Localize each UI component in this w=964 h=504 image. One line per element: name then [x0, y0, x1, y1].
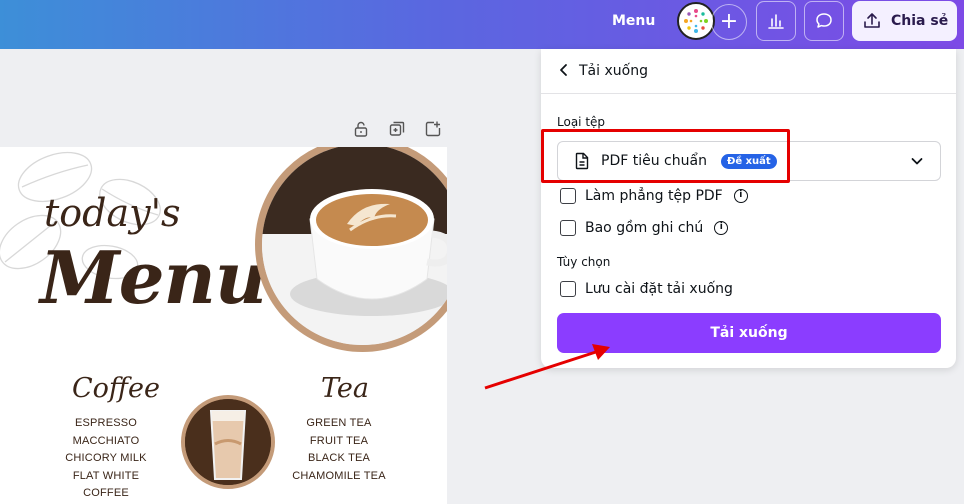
- panel-title: Tải xuống: [579, 63, 648, 79]
- design-canvas[interactable]: today's Menu Coffee ESPRESSO MACCHIATO C…: [0, 147, 447, 504]
- page-toolbar: [350, 118, 444, 140]
- flatten-pdf-option[interactable]: Làm phẳng tệp PDF i: [560, 188, 748, 204]
- avatar-logo-icon: [684, 9, 708, 33]
- comments-button[interactable]: [804, 1, 844, 41]
- coffee-title: Coffee: [72, 373, 161, 404]
- iced-coffee-image: [185, 399, 271, 485]
- panel-header: Tải xuống: [541, 49, 956, 94]
- insights-button[interactable]: [756, 1, 796, 41]
- avatar[interactable]: [677, 2, 715, 40]
- tea-item: BLACK TEA: [307, 452, 371, 464]
- download-panel: Tải xuống Loại tệp PDF tiêu chuẩn Đề xuấ…: [541, 49, 956, 368]
- coffee-item: ESPRESSO MACCHIATO: [72, 417, 140, 447]
- include-notes-checkbox[interactable]: [560, 220, 576, 236]
- options-label: Tùy chọn: [557, 255, 611, 269]
- coffee-item: CHICORY MILK: [65, 452, 147, 464]
- tea-title: Tea: [321, 373, 369, 404]
- lock-button[interactable]: [350, 118, 372, 140]
- back-button[interactable]: [559, 62, 569, 81]
- chevron-down-icon: [911, 158, 923, 165]
- add-collaborator-button[interactable]: +: [711, 4, 747, 40]
- flatten-pdf-checkbox[interactable]: [560, 188, 576, 204]
- save-settings-option[interactable]: Lưu cài đặt tải xuống: [560, 281, 733, 297]
- latte-cup-image: [262, 147, 447, 345]
- add-page-icon: [425, 121, 441, 137]
- include-notes-label: Bao gồm ghi chú: [585, 220, 704, 236]
- add-page-button[interactable]: [422, 118, 444, 140]
- coffee-item: COFFEE: [83, 487, 129, 499]
- menu-heading: Menu: [40, 235, 267, 320]
- info-icon[interactable]: i: [714, 221, 729, 235]
- info-icon[interactable]: i: [733, 189, 748, 203]
- share-button[interactable]: Chia sẻ: [852, 1, 957, 41]
- iced-coffee-photo: [181, 395, 275, 489]
- share-upload-icon: [864, 13, 880, 28]
- red-arrow-annotation: [484, 344, 610, 390]
- duplicate-icon: [389, 121, 405, 136]
- save-settings-checkbox[interactable]: [560, 281, 576, 297]
- tea-list: GREEN TEA FRUIT TEA BLACK TEA CHAMOMILE …: [280, 415, 398, 485]
- highlight-box: [541, 129, 790, 183]
- top-bar: Menu + Chia sẻ: [0, 0, 964, 49]
- include-notes-option[interactable]: Bao gồm ghi chú i: [560, 220, 729, 236]
- comment-icon: [816, 13, 832, 28]
- tea-item: CHAMOMILE TEA: [292, 469, 386, 482]
- design-title[interactable]: Menu: [612, 13, 655, 29]
- duplicate-page-button[interactable]: [386, 118, 408, 140]
- todays-heading: today's: [44, 191, 181, 235]
- coffee-list: ESPRESSO MACCHIATO CHICORY MILK FLAT WHI…: [42, 415, 170, 503]
- tea-item: FRUIT TEA: [309, 434, 369, 447]
- bar-chart-icon: [768, 14, 784, 29]
- tea-item: GREEN TEA: [306, 417, 372, 429]
- lock-icon: [354, 121, 368, 137]
- flatten-pdf-label: Làm phẳng tệp PDF: [585, 188, 723, 204]
- latte-photo: [255, 147, 447, 352]
- save-settings-label: Lưu cài đặt tải xuống: [585, 281, 733, 297]
- chevron-left-icon: [560, 63, 567, 76]
- file-type-label: Loại tệp: [557, 115, 606, 129]
- coffee-item: FLAT WHITE: [72, 469, 140, 482]
- share-label: Chia sẻ: [891, 13, 949, 29]
